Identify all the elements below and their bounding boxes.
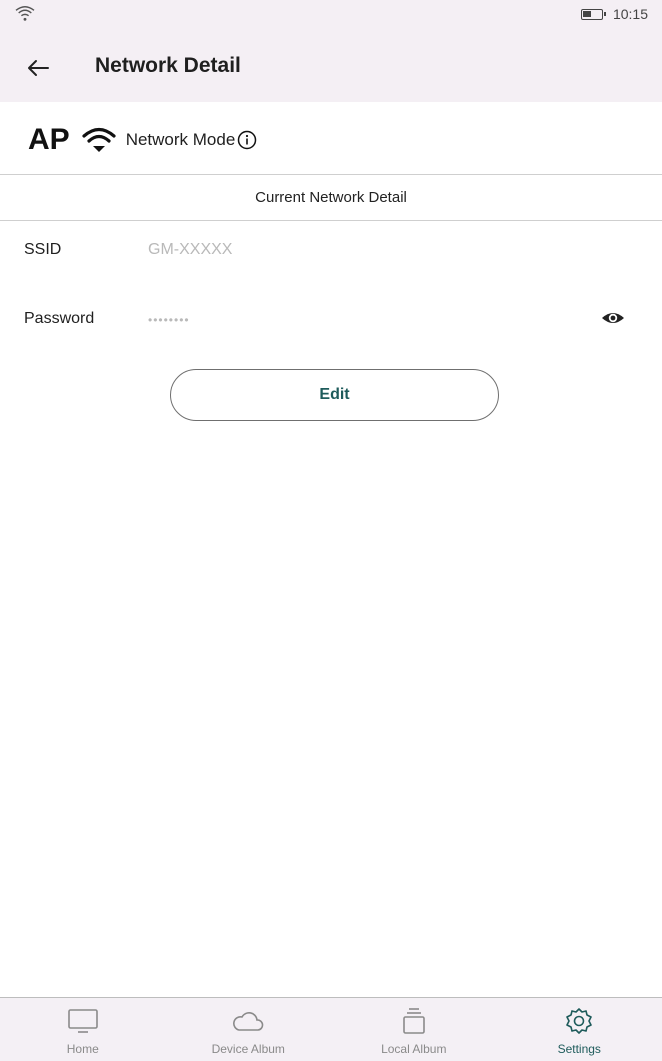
wifi-icon (82, 127, 116, 152)
back-button[interactable] (18, 50, 58, 86)
status-right: 10:15 (580, 6, 648, 22)
status-time: 10:15 (612, 6, 648, 22)
nav-local-album-label: Local Album (381, 1042, 447, 1056)
ssid-label: SSID (24, 241, 62, 258)
network-mode-row: AP Network Mode (28, 112, 257, 168)
arrow-left-icon (28, 60, 49, 76)
divider (0, 220, 662, 221)
battery-icon (580, 8, 606, 20)
nav-home[interactable]: Home (0, 998, 166, 1061)
nav-settings[interactable]: Settings (497, 998, 662, 1061)
bottom-nav: Home Device Album Local Album Settings (0, 997, 662, 1061)
password-value: •••••••• (148, 313, 190, 327)
section-title: Current Network Detail (255, 188, 407, 206)
info-icon[interactable] (237, 130, 257, 150)
eye-icon[interactable] (601, 308, 625, 328)
nav-device-album[interactable]: Device Album (166, 998, 332, 1061)
page-title: Network Detail (95, 54, 241, 77)
edit-button[interactable]: Edit (170, 369, 499, 421)
password-label: Password (24, 310, 95, 327)
nav-settings-label: Settings (557, 1042, 601, 1056)
network-mode-label: Network Mode (125, 130, 236, 149)
ssid-value: GM-XXXXX (148, 241, 233, 258)
nav-device-album-label: Device Album (211, 1042, 285, 1056)
gear-icon (566, 1008, 593, 1034)
nav-home-label: Home (66, 1042, 99, 1056)
wifi-status-icon (15, 5, 35, 21)
mode-badge: AP (28, 123, 70, 156)
app-bar: 10:15 Network Detail (0, 0, 662, 102)
monitor-icon (67, 1009, 98, 1033)
cloud-icon (233, 1012, 264, 1031)
album-stack-icon (402, 1008, 425, 1034)
nav-local-album[interactable]: Local Album (331, 998, 497, 1061)
status-bar: 10:15 (0, 0, 662, 36)
